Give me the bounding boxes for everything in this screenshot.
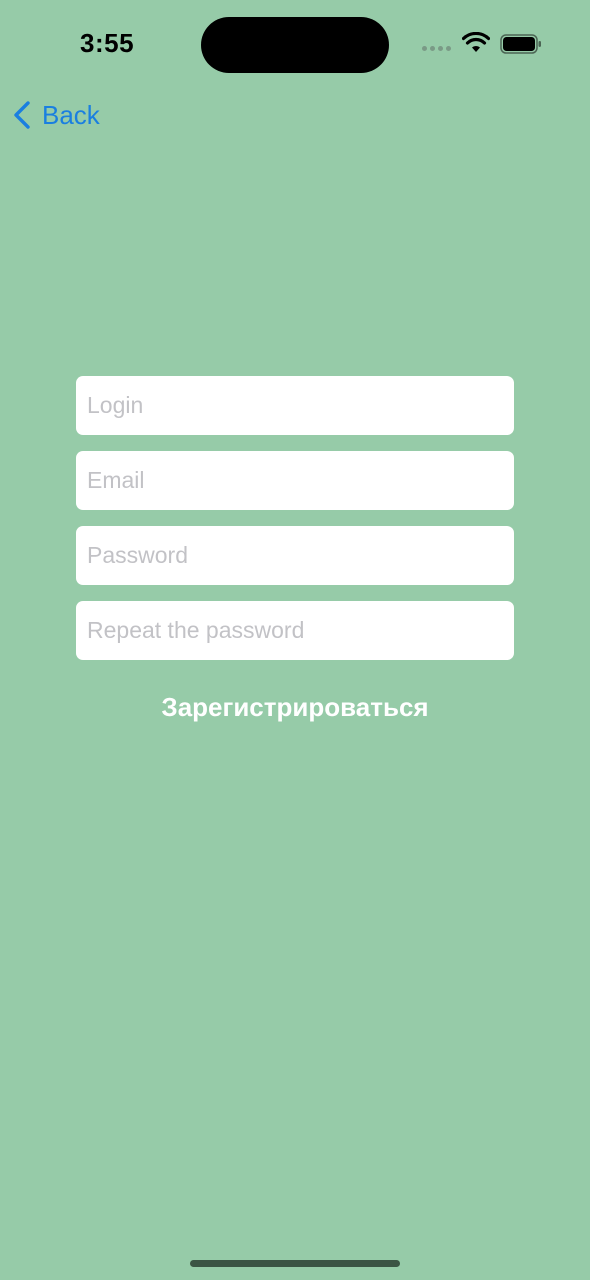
login-field[interactable] (76, 376, 514, 435)
battery-icon (500, 34, 541, 54)
wifi-icon (462, 32, 490, 52)
status-bar: 3:55 (0, 0, 590, 90)
dynamic-island (201, 17, 389, 73)
navigation-bar: Back (0, 90, 590, 140)
cellular-dots-icon (422, 46, 451, 51)
chevron-left-icon (14, 101, 30, 129)
password-field[interactable] (76, 526, 514, 585)
registration-form (76, 376, 514, 676)
repeat-password-field[interactable] (76, 601, 514, 660)
email-field[interactable] (76, 451, 514, 510)
register-button[interactable]: Зарегистрироваться (76, 680, 514, 734)
back-label: Back (42, 99, 100, 130)
back-button[interactable]: Back (12, 98, 100, 132)
home-indicator[interactable] (190, 1260, 400, 1267)
status-time: 3:55 (80, 28, 135, 58)
